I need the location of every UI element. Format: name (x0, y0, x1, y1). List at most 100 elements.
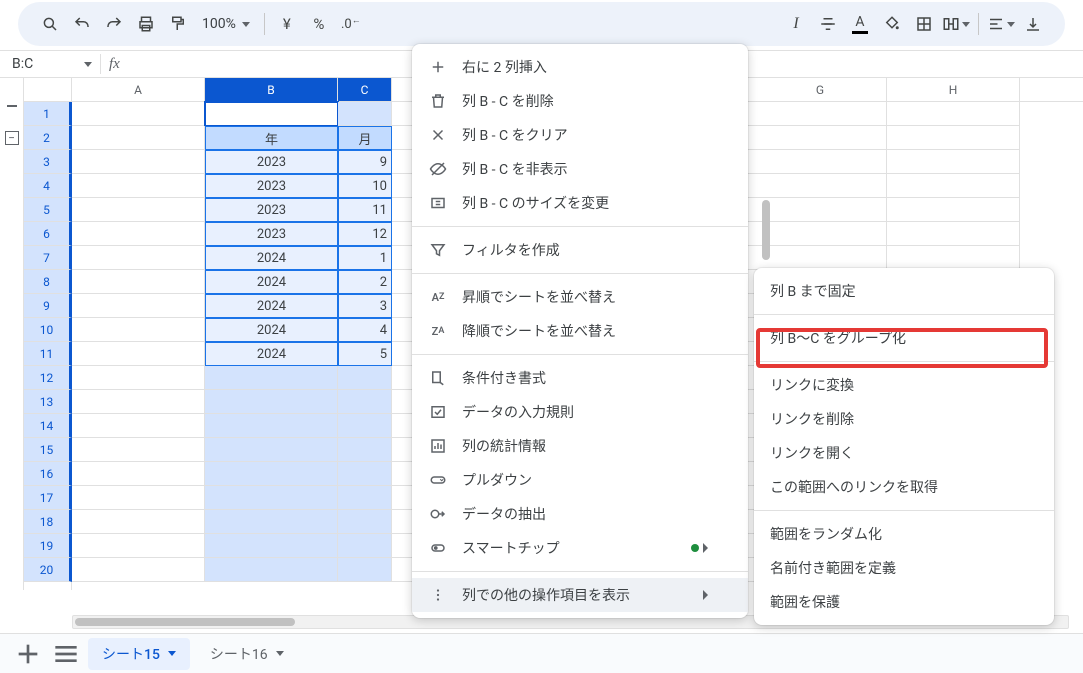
row-header[interactable]: 7 (24, 246, 72, 270)
menu-insert-columns[interactable]: 右に 2 列挿入 (412, 50, 748, 84)
cell[interactable] (754, 174, 887, 198)
cell[interactable] (72, 318, 205, 342)
cell[interactable] (72, 486, 205, 510)
menu-hide-columns[interactable]: 列 B - C を非表示 (412, 152, 748, 186)
menu-sort-asc[interactable]: AZ昇順でシートを並べ替え (412, 280, 748, 314)
submenu-remove-link[interactable]: リンクを削除 (754, 402, 1054, 436)
cell[interactable] (72, 510, 205, 534)
zoom-select[interactable]: 100% (196, 16, 256, 32)
cell[interactable] (72, 126, 205, 150)
row-header[interactable]: 20 (24, 558, 72, 582)
cell[interactable] (205, 414, 338, 438)
sheet-tab-active[interactable]: シート15 (88, 638, 190, 670)
cell[interactable] (72, 390, 205, 414)
row-header[interactable]: 15 (24, 438, 72, 462)
cell[interactable] (72, 342, 205, 366)
menu-dropdown-chip[interactable]: プルダウン (412, 463, 748, 497)
cell[interactable] (887, 102, 1020, 126)
cell[interactable] (205, 534, 338, 558)
cell[interactable] (205, 366, 338, 390)
submenu-open-link[interactable]: リンクを開く (754, 436, 1054, 470)
cell[interactable] (338, 102, 392, 126)
row-header[interactable]: 11 (24, 342, 72, 366)
cell[interactable]: 2023 (205, 150, 338, 174)
cell[interactable] (338, 534, 392, 558)
cell[interactable] (205, 438, 338, 462)
col-header-c[interactable]: C (338, 78, 392, 101)
cell[interactable]: 10 (338, 174, 392, 198)
submenu-randomize-range[interactable]: 範囲をランダム化 (754, 517, 1054, 551)
strikethrough-button[interactable] (814, 10, 842, 38)
cell[interactable]: 2024 (205, 294, 338, 318)
cell[interactable] (754, 246, 887, 270)
row-header[interactable]: 9 (24, 294, 72, 318)
submenu-protect-range[interactable]: 範囲を保護 (754, 585, 1054, 619)
menu-conditional-format[interactable]: 条件付き書式 (412, 361, 748, 395)
menu-column-stats[interactable]: 列の統計情報 (412, 429, 748, 463)
menu-delete-columns[interactable]: 列 B - C を削除 (412, 84, 748, 118)
cell[interactable] (205, 486, 338, 510)
cell[interactable]: 2024 (205, 270, 338, 294)
cell[interactable] (72, 366, 205, 390)
decrease-decimal-button[interactable]: .0← (337, 10, 365, 38)
cell[interactable] (72, 102, 205, 126)
col-header-h[interactable]: H (887, 78, 1020, 101)
submenu-group-columns[interactable]: 列 B～C をグループ化 (754, 321, 1054, 355)
align-button[interactable] (987, 10, 1015, 38)
cell[interactable] (338, 438, 392, 462)
cell[interactable] (72, 438, 205, 462)
cell[interactable] (72, 414, 205, 438)
cell[interactable] (338, 390, 392, 414)
cell[interactable] (72, 462, 205, 486)
add-sheet-button[interactable] (12, 638, 44, 670)
text-color-button[interactable]: A (846, 10, 874, 38)
row-header[interactable]: 16 (24, 462, 72, 486)
cell[interactable]: 1 (338, 246, 392, 270)
paint-format-button[interactable] (164, 10, 192, 38)
cell[interactable] (887, 222, 1020, 246)
select-all-corner[interactable] (24, 78, 71, 102)
menu-sort-desc[interactable]: ZA降順でシートを並べ替え (412, 314, 748, 348)
cell[interactable] (72, 222, 205, 246)
cell[interactable]: 2024 (205, 342, 338, 366)
cell[interactable]: 12 (338, 222, 392, 246)
name-box[interactable]: B:C (6, 56, 100, 72)
submenu-define-named-range[interactable]: 名前付き範囲を定義 (754, 551, 1054, 585)
redo-button[interactable] (100, 10, 128, 38)
cell[interactable] (338, 558, 392, 582)
row-header[interactable]: 19 (24, 534, 72, 558)
cell[interactable] (72, 246, 205, 270)
cell[interactable] (754, 222, 887, 246)
cell[interactable]: 月 (338, 126, 392, 150)
cell[interactable] (338, 462, 392, 486)
col-header-g[interactable]: G (754, 78, 887, 101)
menu-data-extract[interactable]: データの抽出 (412, 497, 748, 531)
row-header[interactable]: 4 (24, 174, 72, 198)
cell[interactable] (887, 246, 1020, 270)
cell[interactable] (754, 126, 887, 150)
menu-scrollbar[interactable] (762, 200, 770, 260)
menu-resize-columns[interactable]: 列 B - C のサイズを変更 (412, 186, 748, 220)
cell[interactable] (338, 366, 392, 390)
cell[interactable] (205, 102, 338, 126)
cell[interactable] (72, 150, 205, 174)
cell[interactable] (205, 462, 338, 486)
print-button[interactable] (132, 10, 160, 38)
row-header[interactable]: 17 (24, 486, 72, 510)
col-header-a[interactable]: A (72, 78, 205, 101)
cell[interactable] (754, 198, 887, 222)
search-icon[interactable] (36, 10, 64, 38)
group-collapse-button[interactable]: − (5, 131, 19, 145)
italic-button[interactable]: I (782, 10, 810, 38)
cell[interactable]: 2024 (205, 246, 338, 270)
menu-clear-columns[interactable]: 列 B - C をクリア (412, 118, 748, 152)
cell[interactable] (887, 126, 1020, 150)
row-header[interactable]: 10 (24, 318, 72, 342)
cell[interactable] (887, 198, 1020, 222)
cell[interactable]: 2023 (205, 174, 338, 198)
cell[interactable] (205, 558, 338, 582)
row-header[interactable]: 5 (24, 198, 72, 222)
menu-smart-chips[interactable]: スマートチップ (412, 531, 748, 565)
cell[interactable] (887, 174, 1020, 198)
all-sheets-button[interactable] (50, 638, 82, 670)
